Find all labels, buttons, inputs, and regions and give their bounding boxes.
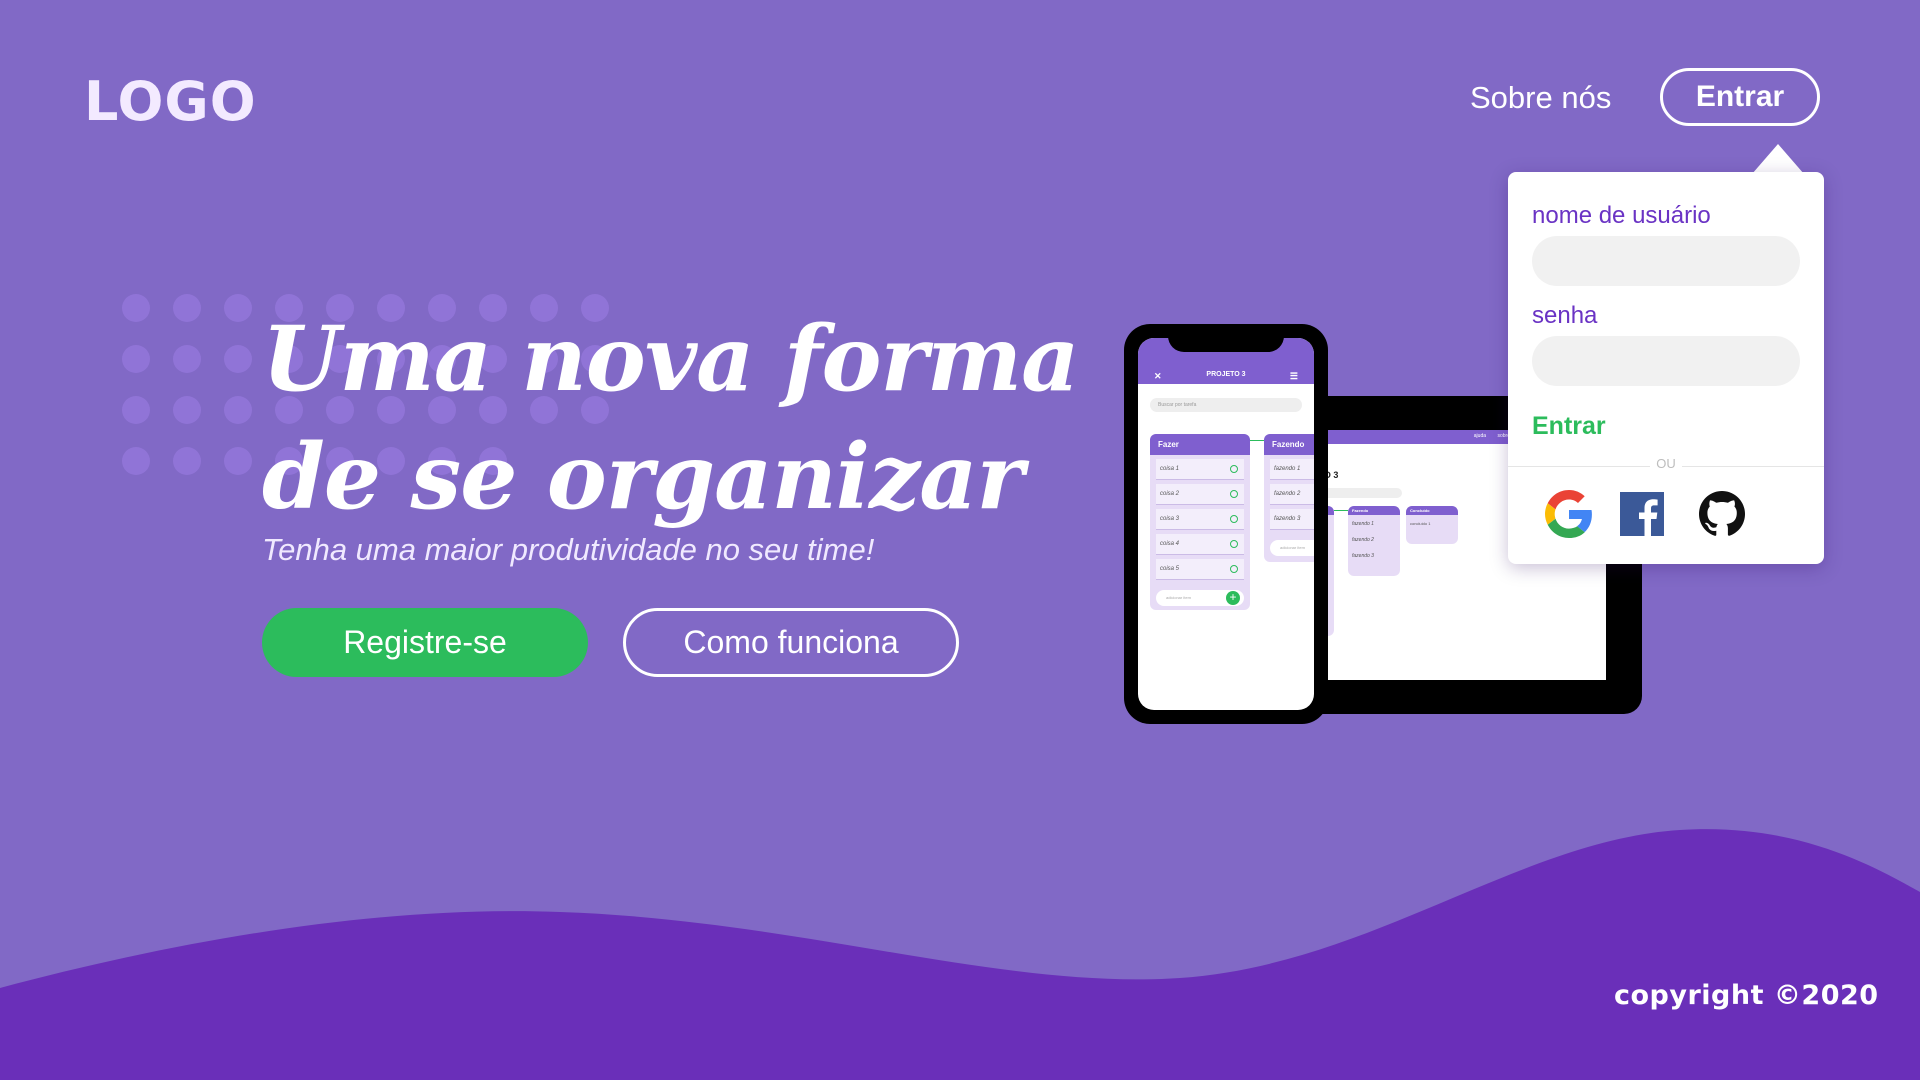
dropdown-arrow — [1752, 144, 1804, 174]
register-button[interactable]: Registre-se — [262, 608, 588, 677]
username-label: nome de usuário — [1532, 202, 1711, 229]
tablet-nav-item: ajuda — [1473, 433, 1486, 439]
phone-item-label: coisa 4 — [1160, 541, 1180, 547]
tablet-item: concluído 1 — [1410, 521, 1431, 526]
github-icon[interactable] — [1698, 490, 1746, 538]
phone-menu-icon: ☰ — [1289, 371, 1298, 381]
phone-item: coisa 2 — [1156, 484, 1244, 505]
phone-item: coisa 3 — [1156, 509, 1244, 530]
tablet-item: fazendo 2 — [1352, 537, 1374, 543]
phone-screen: ✕ PROJETO 3 ☰ Buscar por tarefa Fazer co… — [1138, 338, 1314, 710]
phone-column-title: Fazendo — [1264, 434, 1314, 455]
tablet-column-title: Fazendo — [1348, 506, 1400, 515]
facebook-icon[interactable] — [1618, 490, 1666, 538]
password-input[interactable] — [1532, 336, 1800, 386]
tablet-column-done: Concluído concluído 1 — [1406, 506, 1458, 544]
phone-item: fazendo 2 — [1270, 484, 1314, 505]
tablet-column-doing: Fazendo fazendo 1 fazendo 2 fazendo 3 — [1348, 506, 1400, 576]
tablet-column-title: Concluído — [1406, 506, 1458, 515]
how-it-works-label: Como funciona — [683, 624, 899, 660]
tablet-connector — [1334, 510, 1348, 511]
phone-item-label: coisa 2 — [1160, 491, 1180, 497]
phone-add-placeholder: adicionar item — [1280, 545, 1305, 550]
phone-connector — [1250, 440, 1264, 441]
phone-item-label: coisa 3 — [1160, 516, 1180, 522]
tablet-item: fazendo 1 — [1352, 521, 1374, 527]
nav-about-link[interactable]: Sobre nós — [1470, 80, 1611, 116]
phone-item: coisa 4 — [1156, 534, 1244, 555]
how-it-works-button[interactable]: Como funciona — [623, 608, 959, 677]
phone-mockup: ✕ PROJETO 3 ☰ Buscar por tarefa Fazer co… — [1124, 324, 1328, 724]
phone-column-title: Fazer — [1150, 434, 1250, 455]
phone-item-label: fazendo 3 — [1274, 516, 1301, 522]
phone-add-item: adicionar item — [1270, 540, 1314, 556]
phone-item: fazendo 3 — [1270, 509, 1314, 530]
hero-title-line-1: Uma nova forma — [262, 306, 1079, 412]
plus-icon: + — [1226, 591, 1240, 605]
password-label: senha — [1532, 302, 1598, 329]
phone-project-title: PROJETO 3 — [1206, 371, 1246, 378]
or-separator: OU — [1650, 456, 1682, 471]
tablet-item: fazendo 3 — [1352, 553, 1374, 559]
login-dropdown: nome de usuário senha Entrar OU — [1508, 172, 1824, 564]
phone-item-label: coisa 1 — [1160, 466, 1180, 472]
check-icon — [1230, 490, 1238, 498]
register-label: Registre-se — [343, 624, 507, 660]
hero-title: Uma nova forma de se organizar — [262, 300, 1079, 536]
phone-item-label: fazendo 2 — [1274, 491, 1301, 497]
phone-notch — [1168, 324, 1284, 352]
check-icon — [1230, 540, 1238, 548]
username-input[interactable] — [1532, 236, 1800, 286]
phone-search: Buscar por tarefa — [1150, 398, 1302, 412]
phone-item: coisa 1 — [1156, 459, 1244, 480]
phone-item: fazendo 1 — [1270, 459, 1314, 480]
google-icon[interactable] — [1545, 490, 1593, 538]
phone-column-todo: Fazer coisa 1 coisa 2 coisa 3 coisa 4 co… — [1150, 434, 1250, 610]
hero-title-line-2: de se organizar — [262, 424, 1024, 530]
login-submit-button[interactable]: Entrar — [1532, 412, 1606, 441]
phone-add-item: adicionar item + — [1156, 590, 1244, 606]
phone-item-label: coisa 5 — [1160, 566, 1180, 572]
copyright-text: copyright ©2020 — [1614, 980, 1879, 1011]
phone-item: coisa 5 — [1156, 559, 1244, 580]
logo[interactable]: LOGO — [84, 70, 257, 133]
phone-item-label: fazendo 1 — [1274, 466, 1301, 472]
check-icon — [1230, 465, 1238, 473]
nav-login-button[interactable]: Entrar — [1660, 68, 1820, 126]
phone-column-doing: Fazendo fazendo 1 fazendo 2 fazendo 3 ad… — [1264, 434, 1314, 562]
nav-login-label: Entrar — [1695, 80, 1785, 113]
hero-subtitle: Tenha uma maior produtividade no seu tim… — [262, 532, 875, 567]
check-icon — [1230, 565, 1238, 573]
check-icon — [1230, 515, 1238, 523]
phone-add-placeholder: adicionar item — [1166, 595, 1191, 600]
